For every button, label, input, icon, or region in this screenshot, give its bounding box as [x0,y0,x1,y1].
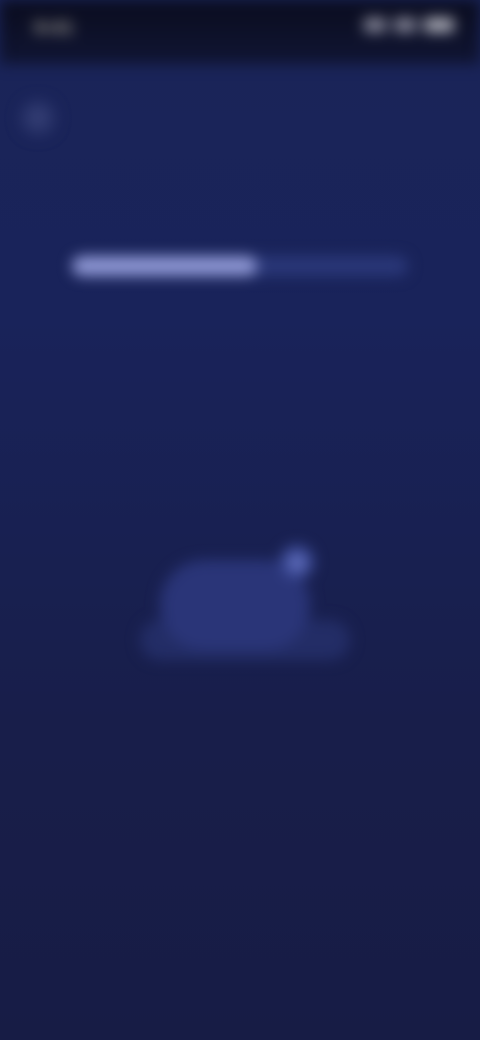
app-screen: 9:41 ‹ [0,0,480,1040]
sparkle-core [290,556,304,570]
back-button[interactable]: ‹ [20,100,56,136]
status-icons [364,18,454,32]
status-bar: 9:41 [0,0,480,64]
signal-icon [364,18,386,32]
wifi-icon [394,18,416,32]
progress-fill [72,256,257,276]
battery-icon [424,18,454,32]
status-time: 9:41 [34,18,74,37]
chevron-left-icon: ‹ [33,105,43,130]
progress-bar [72,256,408,276]
illustration [140,520,350,700]
